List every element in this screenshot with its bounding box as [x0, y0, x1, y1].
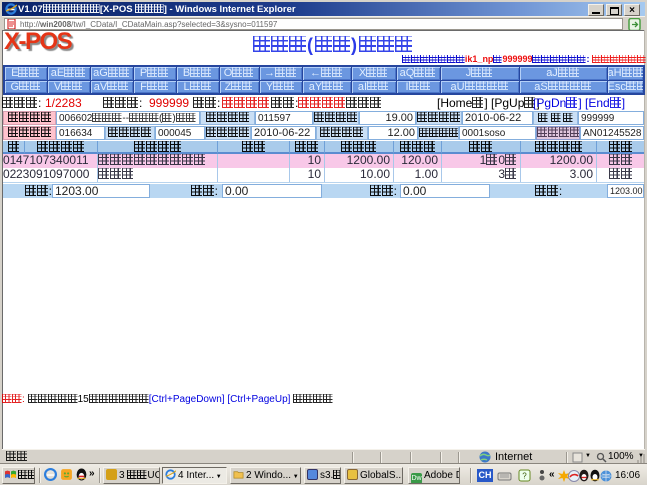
svg-text:?: ? [522, 472, 527, 481]
